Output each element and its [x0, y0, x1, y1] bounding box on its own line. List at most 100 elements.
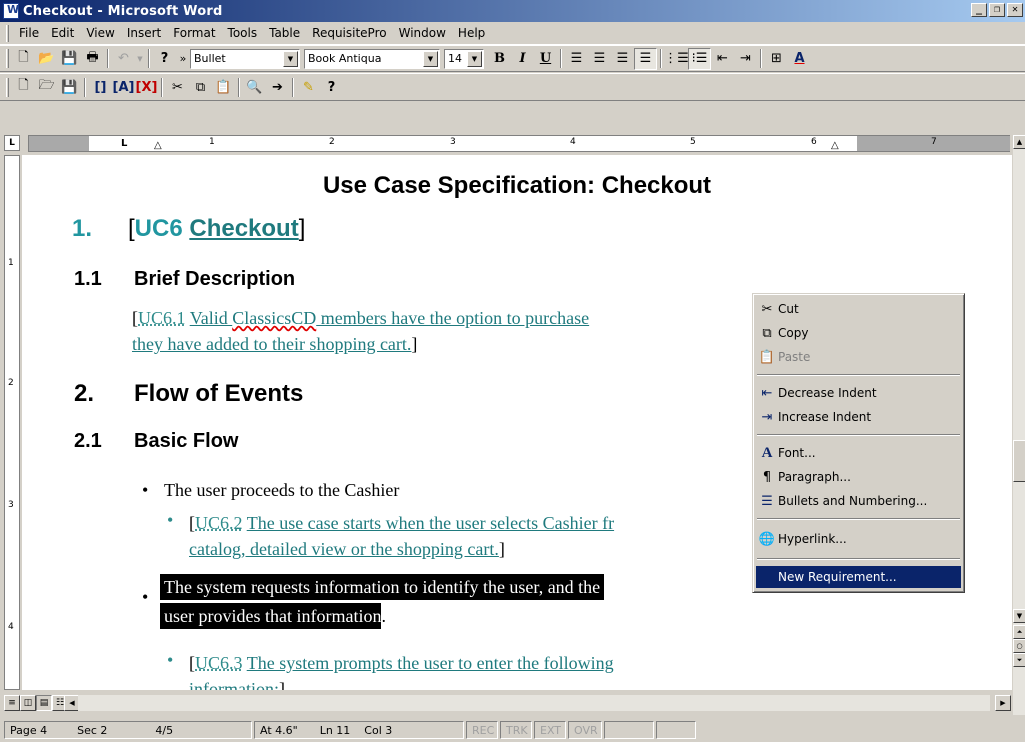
- horizontal-ruler[interactable]: 1 2 3 4 5 6 7 △ △ L: [28, 135, 1010, 152]
- menu-item-hyperlink[interactable]: 🌐 Hyperlink...: [756, 528, 961, 550]
- req-new-icon[interactable]: 🗋: [12, 76, 35, 98]
- status-trk[interactable]: TRK: [500, 721, 532, 739]
- menu-tools[interactable]: Tools: [222, 24, 264, 42]
- req-copy-icon[interactable]: ⧉: [189, 76, 212, 98]
- scroll-up-icon[interactable]: ▲: [1013, 135, 1025, 149]
- sub-bullet-2-line-2[interactable]: information:: [189, 679, 279, 690]
- bullet-2[interactable]: The system requests information to ident…: [160, 573, 605, 631]
- align-left-icon[interactable]: ☰: [565, 48, 588, 70]
- menu-view[interactable]: View: [80, 24, 120, 42]
- undo-dropdown-icon[interactable]: ▼: [135, 48, 145, 70]
- undo-icon[interactable]: ↶: [112, 48, 135, 70]
- menu-table[interactable]: Table: [263, 24, 306, 42]
- vertical-ruler[interactable]: 1 2 3 4: [4, 155, 20, 690]
- status-ovr[interactable]: OVR: [568, 721, 602, 739]
- menu-help[interactable]: Help: [452, 24, 491, 42]
- menu-item-bullets[interactable]: ☰ Bullets and Numbering...: [756, 490, 961, 512]
- previous-page-icon[interactable]: ⏶: [1013, 625, 1025, 639]
- scroll-right-icon[interactable]: ▶: [995, 695, 1011, 711]
- style-dropdown[interactable]: Bullet ▼: [190, 48, 300, 69]
- save-icon[interactable]: 💾: [58, 48, 81, 70]
- restore-button[interactable]: ❐: [989, 3, 1005, 17]
- req-paste-icon[interactable]: 📋: [212, 76, 235, 98]
- print-preview-icon[interactable]: 🖶: [81, 48, 104, 70]
- menu-file[interactable]: File: [13, 24, 45, 42]
- word-app-icon[interactable]: [3, 3, 19, 19]
- selected-text-line-2[interactable]: user provides that information: [160, 603, 382, 629]
- open-folder-icon[interactable]: 📂: [35, 48, 58, 70]
- bullets-icon[interactable]: ⁝☰: [688, 47, 711, 70]
- menu-item-increase-indent[interactable]: ⇥ Increase Indent: [756, 406, 961, 428]
- increase-indent-icon[interactable]: ⇥: [734, 48, 757, 70]
- sub-bullet-1-line-2[interactable]: catalog, detailed view or the shopping c…: [189, 539, 499, 559]
- web-layout-icon[interactable]: ◫: [20, 695, 36, 711]
- numbering-icon[interactable]: ⋮☰: [664, 48, 689, 70]
- requirement-tag[interactable]: UC6: [135, 215, 183, 242]
- bold-icon[interactable]: B: [488, 48, 511, 70]
- more-buttons-icon[interactable]: »: [176, 48, 190, 70]
- menu-item-copy[interactable]: ⧉ Copy: [756, 322, 961, 344]
- requirement-tag[interactable]: UC6.3: [195, 653, 243, 673]
- status-rec[interactable]: REC: [466, 721, 498, 739]
- req-find-icon[interactable]: 🔍: [243, 76, 266, 98]
- justify-icon[interactable]: ☰: [634, 47, 657, 70]
- heading-link[interactable]: Checkout: [189, 215, 298, 242]
- left-indent-marker[interactable]: △: [154, 140, 162, 151]
- horizontal-scrollbar[interactable]: [78, 695, 990, 711]
- brief-line-1-a[interactable]: Valid: [190, 308, 233, 328]
- menu-item-paragraph[interactable]: ¶ Paragraph...: [756, 466, 961, 488]
- menu-item-paste[interactable]: 📋 Paste: [756, 346, 961, 368]
- chevron-down-icon[interactable]: ▼: [467, 50, 482, 67]
- status-ext[interactable]: EXT: [534, 721, 566, 739]
- browse-object-icon[interactable]: ○: [1013, 639, 1025, 653]
- scroll-down-icon[interactable]: ▼: [1013, 609, 1025, 623]
- menubar-grip[interactable]: [6, 24, 9, 42]
- req-help-icon[interactable]: ?: [320, 76, 343, 98]
- border-icon[interactable]: ⊞: [765, 48, 788, 70]
- status-spelling[interactable]: [656, 721, 696, 739]
- tab-selector[interactable]: L: [4, 135, 20, 151]
- req-goto-icon[interactable]: ➔: [266, 76, 289, 98]
- menu-item-new-requirement[interactable]: New Requirement...: [756, 566, 961, 588]
- menu-insert[interactable]: Insert: [121, 24, 167, 42]
- menu-item-cut[interactable]: ✂ Cut: [756, 298, 961, 320]
- right-indent-marker[interactable]: △: [831, 140, 839, 151]
- font-size-dropdown[interactable]: 14 ▼: [444, 48, 484, 69]
- help-icon[interactable]: ?: [153, 48, 176, 70]
- font-dropdown[interactable]: Book Antiqua ▼: [304, 48, 440, 69]
- sub-bullet-2-line-1[interactable]: The system prompts the user to enter the…: [247, 653, 614, 673]
- selected-text-line-1[interactable]: The system requests information to ident…: [160, 574, 605, 600]
- req-highlight-icon[interactable]: ✎: [297, 76, 320, 98]
- brief-line-1-c[interactable]: members have the option to purchase: [316, 308, 589, 328]
- decrease-indent-icon[interactable]: ⇤: [711, 48, 734, 70]
- req-cut-icon[interactable]: ✂: [166, 76, 189, 98]
- underline-icon[interactable]: U: [534, 48, 557, 70]
- req-open-icon[interactable]: 🗁: [35, 76, 58, 98]
- menu-format[interactable]: Format: [167, 24, 221, 42]
- align-center-icon[interactable]: ☰: [588, 48, 611, 70]
- next-page-icon[interactable]: ⏷: [1013, 653, 1025, 667]
- chevron-down-icon[interactable]: ▼: [423, 50, 438, 67]
- brief-line-2[interactable]: they have added to their shopping cart.: [132, 334, 411, 354]
- req-properties-icon[interactable]: [A]: [112, 76, 135, 98]
- tab-stop-marker[interactable]: L: [121, 138, 127, 149]
- menu-edit[interactable]: Edit: [45, 24, 80, 42]
- menu-window[interactable]: Window: [393, 24, 452, 42]
- new-document-icon[interactable]: 🗋: [12, 48, 35, 70]
- close-button[interactable]: ✕: [1007, 3, 1023, 17]
- requirement-tag[interactable]: UC6.2: [195, 513, 243, 533]
- vertical-scrollbar[interactable]: ▲ ▼ ⏶ ○ ⏷: [1012, 135, 1025, 715]
- menu-item-decrease-indent[interactable]: ⇤ Decrease Indent: [756, 382, 961, 404]
- menu-item-font[interactable]: A Font...: [756, 442, 961, 464]
- normal-view-icon[interactable]: ≡: [4, 695, 20, 711]
- req-delete-icon[interactable]: [X]: [135, 76, 158, 98]
- chevron-down-icon[interactable]: ▼: [283, 50, 298, 67]
- brief-line-1-b[interactable]: ClassicsCD: [232, 308, 316, 328]
- sub-bullet-1-line-1[interactable]: The use case starts when the user select…: [247, 513, 614, 533]
- scroll-thumb[interactable]: [1013, 440, 1025, 482]
- requirement-tag[interactable]: UC6.1: [138, 308, 186, 328]
- menu-requisitepro[interactable]: RequisitePro: [306, 24, 392, 42]
- font-color-icon[interactable]: A: [788, 48, 811, 70]
- print-layout-icon[interactable]: ▤: [36, 695, 52, 711]
- toolbar-grip[interactable]: [6, 77, 9, 97]
